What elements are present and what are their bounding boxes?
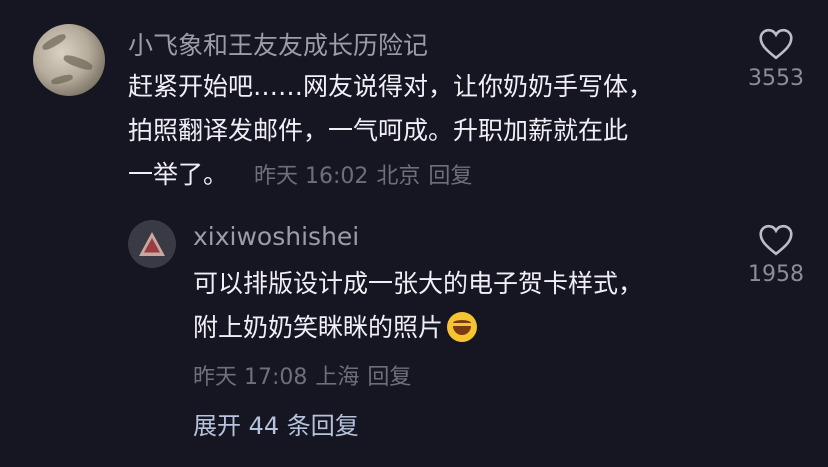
heart-icon[interactable] [758, 224, 794, 256]
comment-time: 昨天 16:02 [253, 164, 369, 189]
comment-line: 拍照翻译发邮件，一气呵成。升职加薪就在此 [128, 116, 629, 145]
avatar-commenter[interactable] [33, 24, 105, 96]
avatar-decoration [40, 32, 68, 52]
comment-line: 赶紧开始吧……网友说得对，让你奶奶手写体， [128, 72, 654, 101]
comment-like[interactable]: 3553 [745, 28, 807, 91]
reply-location: 上海 [315, 365, 360, 390]
comment-line-last: 一举了。 昨天 16:02 北京 回复 [128, 153, 653, 199]
comment-like-count: 3553 [748, 66, 804, 91]
commenter-username[interactable]: 小飞象和王友友成长历险记 [128, 26, 428, 62]
avatar-decoration [62, 53, 94, 72]
expand-replies-button[interactable]: 展开 44 条回复 [193, 406, 359, 441]
reply-line-last: 附上奶奶笑眯眯的照片 [193, 306, 643, 350]
comment-location: 北京 [376, 164, 421, 189]
replier-username[interactable]: xixiwoshishei [193, 222, 359, 251]
avatar-replier[interactable] [128, 220, 176, 268]
avatar-decoration [50, 73, 74, 86]
reply-like[interactable]: 1958 [745, 224, 807, 287]
reply-line: 可以排版设计成一张大的电子贺卡样式， [193, 269, 644, 298]
comment-text: 赶紧开始吧……网友说得对，让你奶奶手写体， 拍照翻译发邮件，一气呵成。升职加薪就… [128, 65, 653, 199]
reply-like-count: 1958 [748, 262, 804, 287]
laughing-tears-emoji-icon [447, 312, 478, 342]
reply-text: 可以排版设计成一张大的电子贺卡样式， 附上奶奶笑眯眯的照片 [193, 262, 643, 350]
comment-reply-button[interactable]: 回复 [428, 164, 472, 189]
reply-line-text: 附上奶奶笑眯眯的照片 [193, 313, 444, 342]
heart-icon[interactable] [758, 28, 794, 60]
triangle-logo-icon [139, 232, 165, 256]
comment-line-text: 一举了。 [128, 160, 229, 189]
reply-reply-button[interactable]: 回复 [367, 365, 411, 390]
comment-meta: 昨天 16:02 北京 回复 [254, 164, 480, 189]
reply-meta: 昨天 17:08 上海 回复 [193, 359, 419, 391]
reply-time: 昨天 17:08 [193, 365, 308, 390]
